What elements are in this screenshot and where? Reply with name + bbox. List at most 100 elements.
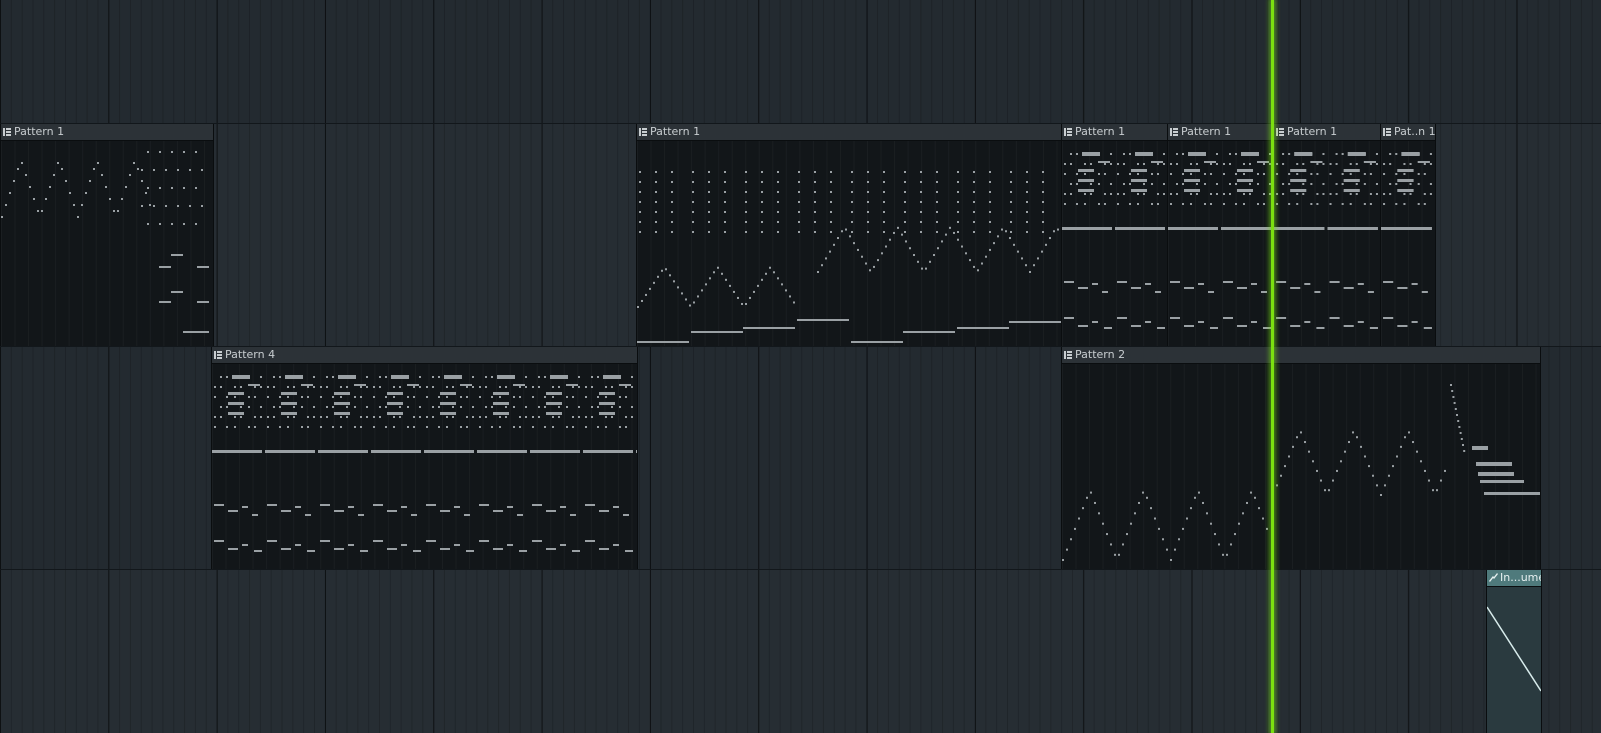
note bbox=[1042, 201, 1044, 203]
note bbox=[1424, 469, 1426, 472]
note bbox=[326, 376, 328, 378]
note bbox=[1397, 179, 1414, 182]
note bbox=[920, 211, 922, 213]
note bbox=[513, 384, 525, 386]
note bbox=[708, 201, 710, 203]
note bbox=[920, 181, 922, 183]
note bbox=[973, 201, 975, 203]
note bbox=[532, 416, 534, 418]
note bbox=[611, 416, 613, 418]
note bbox=[1349, 173, 1352, 175]
note bbox=[1290, 189, 1307, 192]
note bbox=[724, 181, 726, 183]
note bbox=[1310, 203, 1313, 205]
note bbox=[1263, 173, 1265, 175]
pattern-clip[interactable]: Pattern 1 bbox=[1273, 124, 1382, 346]
playhead[interactable] bbox=[1271, 0, 1274, 733]
note bbox=[825, 257, 827, 260]
note bbox=[1457, 420, 1460, 422]
note bbox=[1090, 491, 1092, 494]
pattern-clip[interactable]: Pattern 4 bbox=[211, 347, 638, 569]
note bbox=[1098, 512, 1100, 515]
note bbox=[265, 450, 315, 453]
note bbox=[379, 386, 381, 388]
note bbox=[1288, 153, 1291, 155]
note bbox=[1026, 211, 1028, 213]
note bbox=[745, 221, 747, 223]
note bbox=[1235, 173, 1237, 175]
note bbox=[867, 201, 869, 203]
pattern-clip[interactable]: Pattern 1 bbox=[1061, 124, 1169, 346]
pattern-clip[interactable]: Pattern 1 bbox=[1167, 124, 1275, 346]
note bbox=[1322, 193, 1325, 195]
note bbox=[226, 406, 228, 408]
note bbox=[373, 426, 375, 428]
note bbox=[881, 252, 883, 255]
note bbox=[340, 416, 342, 418]
note bbox=[1235, 183, 1237, 185]
note bbox=[1329, 193, 1332, 195]
pattern-clip[interactable]: Pat..n 1 bbox=[1380, 124, 1436, 346]
note bbox=[1076, 153, 1078, 155]
note bbox=[957, 238, 959, 241]
note bbox=[591, 376, 593, 378]
note bbox=[1403, 193, 1406, 195]
note bbox=[279, 396, 281, 398]
note bbox=[1158, 527, 1160, 530]
note bbox=[117, 210, 119, 212]
note bbox=[1170, 173, 1172, 175]
note bbox=[214, 396, 216, 398]
note bbox=[426, 396, 428, 398]
note bbox=[1098, 161, 1110, 163]
note bbox=[851, 201, 853, 203]
note bbox=[493, 412, 509, 415]
note bbox=[851, 341, 903, 343]
note bbox=[692, 171, 694, 173]
note bbox=[446, 396, 448, 398]
note bbox=[401, 506, 407, 508]
note bbox=[1104, 173, 1106, 175]
note bbox=[1316, 173, 1319, 175]
note bbox=[773, 271, 775, 274]
note bbox=[1369, 173, 1372, 175]
note bbox=[605, 416, 607, 418]
note bbox=[798, 171, 800, 173]
note bbox=[671, 231, 673, 233]
note bbox=[1117, 317, 1127, 319]
note bbox=[446, 386, 448, 388]
note bbox=[936, 221, 938, 223]
track-4-lane[interactable] bbox=[0, 570, 1601, 733]
note bbox=[307, 426, 309, 428]
pattern-clip[interactable]: Pattern 1 bbox=[0, 124, 214, 346]
note bbox=[254, 396, 256, 398]
track-1-lane[interactable] bbox=[0, 0, 1601, 124]
note bbox=[472, 406, 474, 408]
note bbox=[993, 242, 995, 245]
pattern-clip[interactable]: Pattern 1 bbox=[636, 124, 1063, 346]
note bbox=[566, 426, 568, 428]
note bbox=[267, 416, 269, 418]
note bbox=[625, 396, 627, 398]
note bbox=[1190, 193, 1192, 195]
note bbox=[513, 406, 515, 408]
note bbox=[1324, 489, 1326, 492]
note bbox=[1243, 173, 1245, 175]
note bbox=[426, 386, 428, 388]
note bbox=[777, 231, 779, 233]
note bbox=[625, 426, 627, 428]
note bbox=[287, 396, 289, 398]
note bbox=[546, 510, 556, 512]
note bbox=[613, 544, 619, 546]
note bbox=[1341, 153, 1344, 155]
note bbox=[989, 221, 991, 223]
pattern-clip[interactable]: Pattern 2 bbox=[1061, 347, 1541, 569]
note bbox=[1198, 491, 1200, 494]
note bbox=[867, 191, 869, 193]
note bbox=[1320, 479, 1322, 482]
automation-clip[interactable]: In...ume bbox=[1486, 570, 1542, 733]
note bbox=[851, 221, 853, 223]
note bbox=[585, 504, 595, 506]
note bbox=[1310, 161, 1323, 163]
playlist-area[interactable]: Pattern 1 Pattern 1 Pattern 1 Pattern 1 … bbox=[0, 0, 1601, 733]
note bbox=[41, 210, 43, 212]
